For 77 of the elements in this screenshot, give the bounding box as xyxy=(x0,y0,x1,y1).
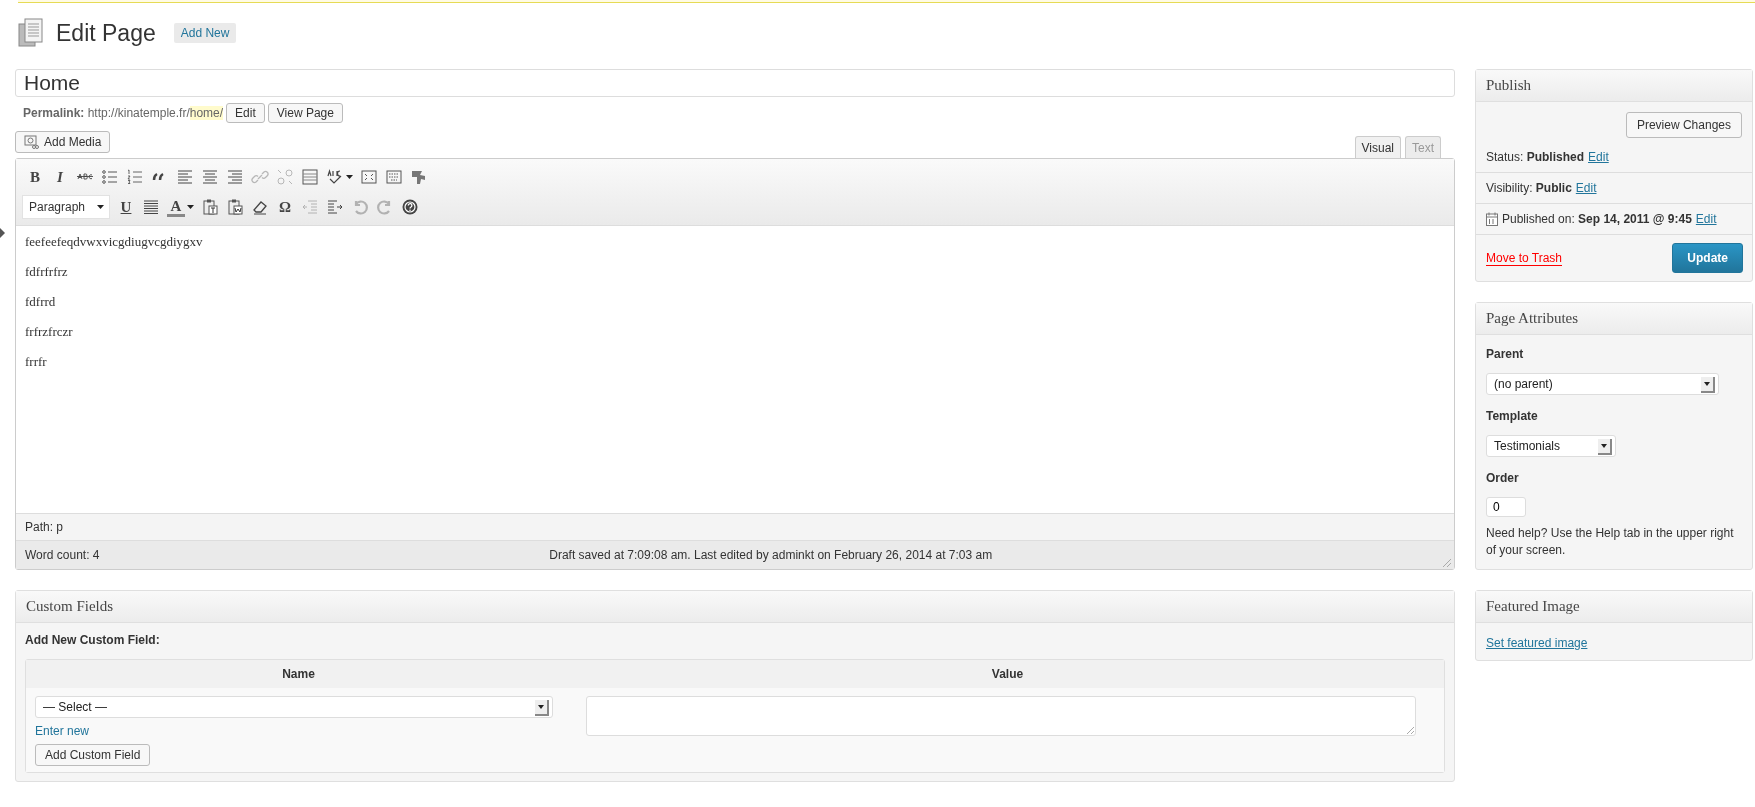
section-label: Add New Custom Field: xyxy=(25,633,161,647)
edit-link[interactable]: Edit xyxy=(1695,212,1717,226)
resize-handle-icon[interactable] xyxy=(1406,726,1414,734)
bold-button[interactable]: B xyxy=(26,168,44,186)
panel-title: Custom Fields xyxy=(16,591,1454,623)
caret-icon xyxy=(538,705,544,709)
paragraph: fdfrrd xyxy=(25,294,57,310)
name-select[interactable]: — Select — xyxy=(35,696,553,718)
paragraph: frrfr xyxy=(25,354,48,370)
paste-text-icon[interactable] xyxy=(201,198,219,216)
indent-icon[interactable] xyxy=(326,198,344,216)
paste-word-icon[interactable] xyxy=(226,198,244,216)
align-right-icon[interactable] xyxy=(226,168,244,186)
title-field[interactable]: Home xyxy=(15,69,1455,97)
add-new-button[interactable]: Add New xyxy=(173,23,237,43)
keyboard-icon[interactable] xyxy=(385,168,403,186)
publish-info: Status: Published xyxy=(1486,150,1585,164)
set-featured-image-link[interactable]: Set featured image xyxy=(1486,636,1588,650)
panel-title: Featured Image xyxy=(1476,591,1752,623)
page-heading: Edit Page xyxy=(56,19,156,47)
special-character-button[interactable]: Ω xyxy=(276,198,294,216)
field-label: Template xyxy=(1486,409,1539,423)
justify-icon[interactable] xyxy=(142,198,160,216)
underline-button[interactable]: U xyxy=(117,198,135,216)
collapse-arrow-icon[interactable] xyxy=(0,228,5,238)
read-more-icon[interactable] xyxy=(301,168,319,186)
element-path: Path: p xyxy=(25,520,64,534)
caret-icon xyxy=(1601,444,1607,448)
preview-changes-button[interactable]: Preview Changes xyxy=(1625,112,1742,138)
spellcheck-icon[interactable] xyxy=(326,168,344,186)
align-center-icon[interactable] xyxy=(201,168,219,186)
field-label: Order xyxy=(1486,471,1520,485)
help-text: Need help? Use the Help tab in the upper right of your screen. xyxy=(1486,525,1735,559)
publish-info: Published on: Sep 14, 2011 @ 9:45 xyxy=(1502,212,1692,226)
parent-select[interactable]: (no parent) xyxy=(1486,373,1719,395)
column-header: Value xyxy=(990,667,1025,681)
caret-icon xyxy=(97,205,104,209)
paragraph: frfrzfrczr xyxy=(25,324,74,340)
puzzle-icon[interactable] xyxy=(410,168,428,186)
caret-icon[interactable] xyxy=(346,175,353,179)
align-left-icon[interactable] xyxy=(176,168,194,186)
word-count: Word count: 4 xyxy=(25,548,100,562)
edit-link[interactable]: Edit xyxy=(1575,181,1597,195)
panel-title: Page Attributes xyxy=(1476,303,1752,335)
order-field[interactable]: 0 xyxy=(1486,497,1526,517)
field-label: Parent xyxy=(1486,347,1525,361)
update-button[interactable]: Update xyxy=(1672,243,1743,273)
move-to-trash-link[interactable]: Move to Trash xyxy=(1486,250,1563,266)
add-custom-field-button[interactable]: Add Custom Field xyxy=(35,744,151,766)
edit-link[interactable]: Edit xyxy=(1588,150,1609,164)
value-field[interactable] xyxy=(586,696,1416,736)
help-icon[interactable] xyxy=(401,198,419,216)
publish-info: Visibility: Public xyxy=(1486,181,1572,195)
pages-icon xyxy=(18,18,44,48)
media-icon xyxy=(24,135,39,149)
permalink-text: Permalink: http://kinatemple.fr/home/ xyxy=(23,106,224,120)
add-media-button[interactable]: Add Media xyxy=(15,131,111,153)
permalink-button[interactable]: View Page xyxy=(267,103,343,123)
numbered-list-icon[interactable] xyxy=(126,168,144,186)
paragraph: fdfrfrfrz xyxy=(25,264,69,280)
template-select[interactable]: Testimonials xyxy=(1486,435,1616,457)
resize-handle-icon[interactable] xyxy=(1442,558,1451,567)
caret-icon xyxy=(1704,382,1710,386)
column-header: Name xyxy=(281,667,316,681)
paragraph: feefeefeqdvwxvicgdiugvcgdiygxv xyxy=(25,234,204,250)
panel-title: Publish xyxy=(1476,70,1752,102)
editor-tab[interactable]: Visual xyxy=(1354,136,1401,158)
enter-new-link[interactable]: Enter new xyxy=(35,724,90,738)
caret-icon[interactable] xyxy=(187,205,194,209)
draft-status: Draft saved at 7:09:08 am. Last edited by adminkt on February 26, 2014 at 7:03 am xyxy=(549,548,993,562)
permalink-button[interactable]: Edit xyxy=(226,103,265,123)
bullet-list-icon[interactable] xyxy=(101,168,119,186)
fullscreen-icon[interactable] xyxy=(360,168,378,186)
italic-button[interactable]: I xyxy=(51,168,69,186)
text-color-button[interactable]: A xyxy=(167,197,185,217)
calendar-icon xyxy=(1486,212,1498,226)
format-select[interactable]: Paragraph xyxy=(22,195,110,219)
